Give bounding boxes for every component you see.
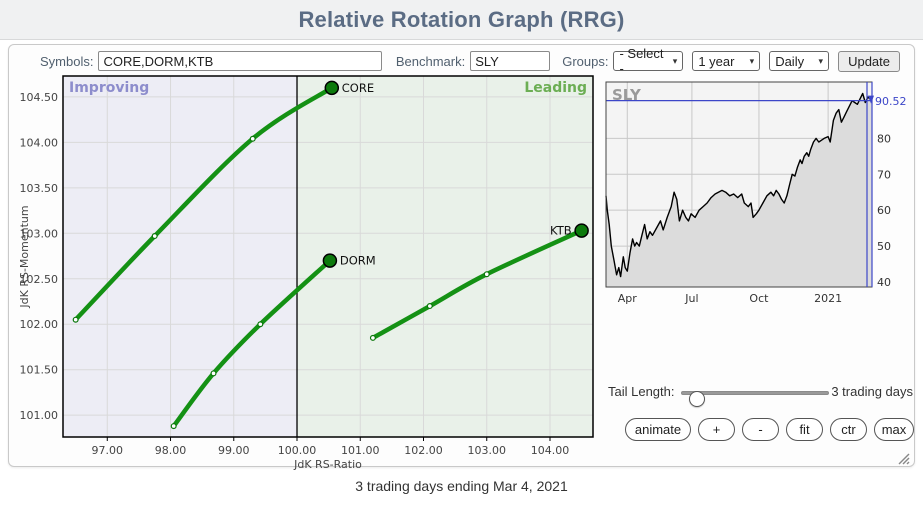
tail-length-label: Tail Length:: [608, 384, 675, 399]
benchmark-label: Benchmark:: [396, 54, 465, 69]
svg-text:103.50: 103.50: [20, 182, 59, 195]
update-button[interactable]: Update: [838, 51, 900, 72]
resize-handle-icon[interactable]: [897, 452, 911, 465]
fit-button[interactable]: fit: [786, 418, 823, 441]
tail-length-value: 3 trading days: [823, 384, 913, 399]
svg-text:104.00: 104.00: [20, 136, 59, 149]
svg-text:98.00: 98.00: [155, 444, 187, 457]
svg-text:102.00: 102.00: [20, 318, 59, 331]
svg-text:Oct: Oct: [749, 292, 769, 305]
center-button[interactable]: ctr: [830, 418, 867, 441]
rrg-dot-CORE: [325, 81, 338, 94]
groups-select[interactable]: - Select - ▾: [613, 51, 683, 71]
benchmark-input[interactable]: [470, 51, 550, 71]
svg-text:2021: 2021: [814, 292, 842, 305]
benchmark-mini-chart: SLY 40 50 60 70 80 90.52 Apr Jul Oct 2021: [598, 74, 918, 306]
sly-chart-title: SLY: [612, 86, 642, 104]
chart-button-row: animate + - fit ctr max: [625, 418, 914, 441]
svg-text:97.00: 97.00: [92, 444, 124, 457]
svg-text:40: 40: [877, 276, 891, 289]
symbols-input[interactable]: [98, 51, 381, 71]
period-select[interactable]: 1 year ▾: [692, 51, 760, 71]
rrg-symbol-label: KTB: [550, 224, 572, 238]
groups-select-value: - Select -: [619, 46, 666, 76]
svg-text:101.00: 101.00: [20, 409, 59, 422]
svg-text:104.00: 104.00: [531, 444, 570, 457]
zoom-out-button[interactable]: -: [742, 418, 779, 441]
zoom-in-button[interactable]: +: [698, 418, 735, 441]
x-axis-title: JdK RS-Ratio: [293, 458, 362, 471]
improving-label: Improving: [69, 80, 149, 96]
tail-length-slider-handle[interactable]: [689, 391, 705, 407]
svg-text:Jul: Jul: [684, 292, 698, 305]
rrg-symbol-label: DORM: [340, 254, 376, 268]
app-header: Relative Rotation Graph (RRG): [0, 0, 923, 40]
frequency-select-value: Daily: [775, 54, 804, 69]
chevron-down-icon: ▾: [819, 56, 824, 67]
groups-label: Groups:: [562, 54, 608, 69]
svg-text:Apr: Apr: [618, 292, 638, 305]
svg-text:80: 80: [877, 132, 891, 145]
footer-caption: 3 trading days ending Mar 4, 2021: [0, 478, 923, 494]
svg-text:99.00: 99.00: [218, 444, 250, 457]
frequency-select[interactable]: Daily ▾: [769, 51, 829, 71]
maximize-button[interactable]: max: [874, 418, 914, 441]
chevron-down-icon: ▾: [750, 56, 755, 67]
svg-text:50: 50: [877, 240, 891, 253]
rrg-symbol-label: CORE: [342, 81, 374, 95]
period-select-value: 1 year: [698, 54, 734, 69]
svg-text:103.00: 103.00: [467, 444, 506, 457]
svg-text:60: 60: [877, 204, 891, 217]
rrg-chart[interactable]: Improving Leading CORE DORM KTB 97.00 98.00 99.…: [16, 72, 600, 472]
svg-text:70: 70: [877, 168, 891, 181]
toolbar: Symbols: Benchmark: Groups: - Select - ▾…: [40, 50, 900, 72]
svg-text:104.50: 104.50: [20, 91, 59, 104]
tail-length-control: Tail Length: 3 trading days: [608, 383, 913, 401]
rrg-dot-KTB: [575, 224, 588, 237]
tail-length-slider-track[interactable]: [681, 391, 829, 395]
svg-text:100.00: 100.00: [278, 444, 317, 457]
leading-label: Leading: [524, 80, 587, 96]
svg-text:102.00: 102.00: [404, 444, 443, 457]
chevron-down-icon: ▾: [673, 56, 678, 67]
page-title: Relative Rotation Graph (RRG): [298, 7, 624, 33]
y-axis-title: JdK RS-Momentum: [18, 205, 31, 308]
symbols-label: Symbols:: [40, 54, 93, 69]
svg-text:101.00: 101.00: [341, 444, 380, 457]
sly-last-price-label: 90.52: [875, 95, 907, 108]
svg-text:101.50: 101.50: [20, 364, 59, 377]
animate-button[interactable]: animate: [625, 418, 691, 441]
rrg-dot-DORM: [323, 254, 336, 267]
